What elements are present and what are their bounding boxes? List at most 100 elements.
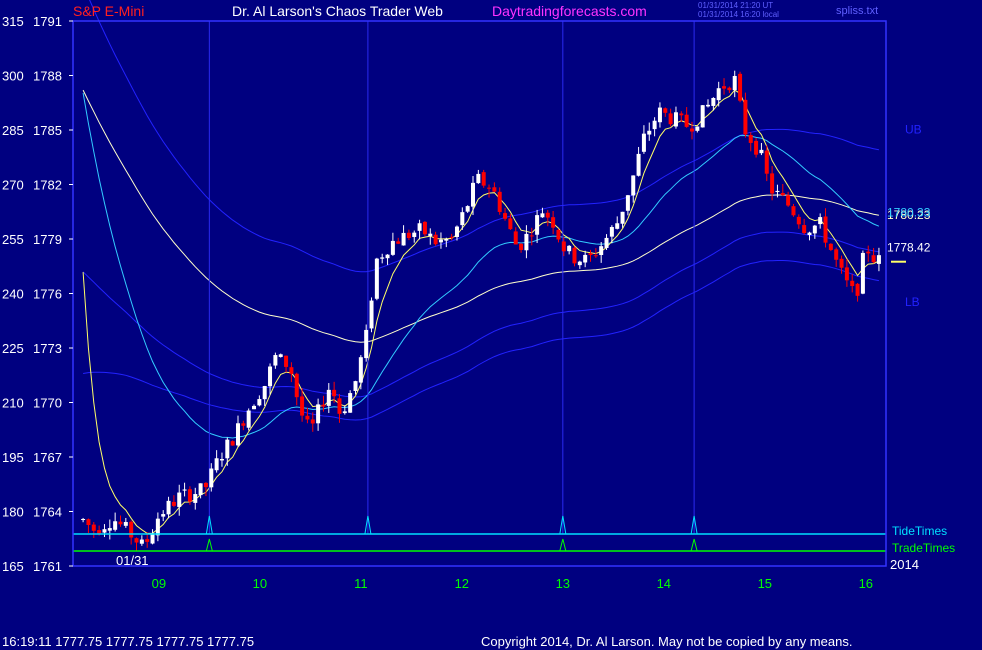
timestamp-utc: 01/31/2014 21:20 UT: [698, 1, 774, 10]
price-bar-down: [406, 232, 411, 239]
y-tick-label-price: 1767: [33, 450, 62, 465]
price-bar-up: [369, 300, 374, 329]
trade-times-legend: TradeTimes: [892, 541, 955, 555]
price-bar-up: [342, 411, 347, 414]
price-bar-up: [759, 149, 764, 154]
price-bar-up: [465, 206, 470, 212]
price-bar-down: [519, 243, 524, 250]
price-bar-down: [791, 206, 796, 216]
price-bar-down: [545, 212, 550, 218]
y-tick-label-price: 1785: [33, 123, 62, 138]
y-tick-label-left: 270: [2, 178, 24, 193]
price-bar-down: [529, 235, 534, 237]
price-bar-down: [503, 213, 508, 219]
price-bar-down: [738, 73, 743, 101]
price-bar-down: [561, 241, 566, 252]
price-bar-up: [385, 254, 390, 259]
value-labels: UBLB1780.231780.331778.42: [887, 123, 931, 310]
price-bars: [81, 70, 881, 551]
y-tick-label-price: 1773: [33, 341, 62, 356]
chart-canvas: TideTimes TradeTimes 315 1791 300 1788 285 178…: [2, 0, 955, 591]
price-bar-up: [454, 226, 459, 237]
upper-band-line: [89, 0, 879, 273]
price-bar-down: [663, 108, 668, 113]
y-tick-label-left: 225: [2, 341, 24, 356]
price-bar-up: [567, 245, 572, 252]
ema-slow-line: [82, 89, 879, 343]
price-bar-up: [193, 494, 198, 503]
price-bar-up: [113, 521, 118, 530]
symbol-label: S&P E-Mini: [73, 3, 145, 19]
ema-mid-value-label: 1780.33: [887, 205, 931, 219]
price-bar-down: [855, 283, 860, 296]
price-bar-down: [129, 521, 134, 538]
price-bar-up: [540, 213, 545, 218]
price-bar-down: [684, 114, 689, 127]
price-bar-up: [818, 217, 823, 225]
site-link[interactable]: Daytradingforecasts.com: [492, 3, 647, 19]
y-tick-label-price: 1764: [33, 505, 62, 520]
price-bar-down: [481, 172, 486, 186]
price-bar-down: [668, 113, 673, 125]
price-bar-up: [139, 539, 144, 544]
price-bar-up: [460, 212, 465, 226]
ema-mid-line: [82, 92, 880, 439]
timing-vertical-lines: [208, 21, 695, 534]
price-bar-up: [417, 223, 422, 231]
y-tick-label-left: 165: [2, 559, 24, 574]
price-bar-up: [706, 104, 711, 107]
y-tick-label-left: 210: [2, 396, 24, 411]
price-bar-up: [326, 389, 331, 406]
price-bar-up: [876, 255, 881, 264]
price-bar-up: [225, 439, 230, 459]
price-bar-down: [433, 234, 438, 245]
price-bar-down: [294, 373, 299, 398]
price-bar-down: [487, 187, 492, 189]
price-bar-down: [572, 247, 577, 264]
price-bar-down: [828, 243, 833, 250]
price-bar-down: [786, 195, 791, 206]
price-bar-up: [807, 232, 812, 236]
trade-time-spike: [690, 538, 698, 552]
price-bar-down: [513, 231, 518, 245]
price-bar-up: [257, 399, 262, 406]
price-bar-up: [625, 195, 630, 211]
price-bar-down: [770, 173, 775, 194]
price-bar-down: [289, 367, 294, 374]
price-bar-down: [689, 128, 694, 132]
price-bar-down: [834, 249, 839, 260]
price-bar-up: [182, 489, 187, 491]
price-bar-up: [380, 257, 385, 259]
price-bar-down: [850, 280, 855, 287]
price-bar-up: [812, 225, 817, 234]
timestamp-local: 01/31/2014 16:20 local: [698, 10, 779, 19]
price-bar-up: [390, 240, 395, 255]
price-bar-up: [631, 175, 636, 196]
price-bar-up: [198, 483, 203, 496]
price-bar-down: [241, 423, 246, 426]
price-bar-up: [615, 223, 620, 229]
trade-time-spike: [205, 538, 213, 552]
price-bar-down: [743, 99, 748, 135]
ema-fast-line: [82, 89, 880, 534]
band-lines: [82, 0, 879, 421]
price-bar-up: [657, 107, 662, 123]
price-bar-down: [86, 519, 91, 525]
price-bar-up: [716, 88, 721, 101]
price-bar-down: [593, 255, 598, 257]
price-bar-up: [81, 518, 86, 521]
price-bar-down: [321, 404, 326, 407]
price-bar-down: [796, 216, 801, 225]
trade-time-spike: [559, 538, 567, 552]
ema-fast-value-label: 1778.42: [887, 241, 931, 255]
price-bar-down: [332, 389, 337, 397]
y-tick-label-price: 1779: [33, 232, 62, 247]
axes: 315 1791 300 1788 285 1785 270 1782 255 1779 240 17…: [2, 14, 919, 591]
y-tick-label-left: 300: [2, 69, 24, 84]
price-bar-down: [679, 113, 684, 116]
price-bar-down: [802, 225, 807, 234]
price-bar-down: [230, 441, 235, 446]
y-tick-label-left: 315: [2, 14, 24, 29]
upper-band-label: UB: [905, 123, 922, 137]
price-bar-up: [123, 522, 128, 526]
